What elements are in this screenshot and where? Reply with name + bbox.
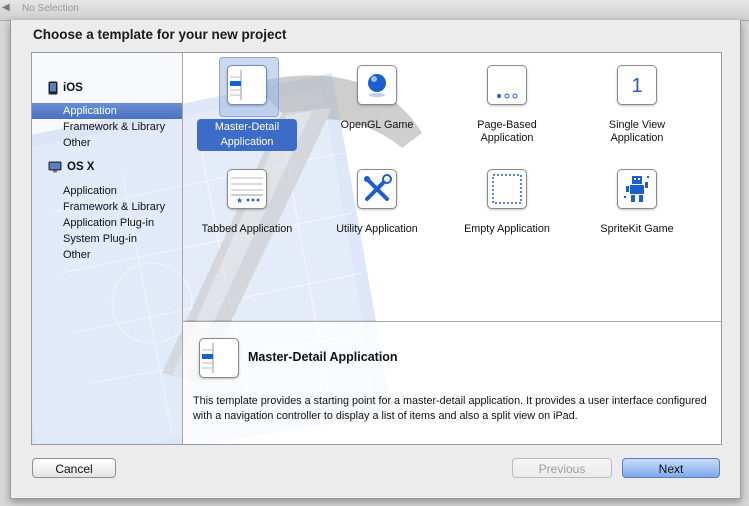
template-tabbed[interactable]: ★ Tabbed Application [187,157,307,257]
sidebar-item-osx-system-plugin[interactable]: System Plug-in [32,231,182,247]
section-ios: iOS [48,79,83,97]
next-button[interactable]: Next [622,458,720,478]
template-label: Page-Based Application [477,119,537,144]
single-view-1-icon: 1 [617,65,657,105]
svg-text:1: 1 [631,75,642,97]
template-detail-pane: Master-Detail Application This template … [183,321,721,444]
section-ios-label: iOS [63,82,83,94]
template-spritekit[interactable]: SpriteKit Game [577,157,697,257]
sidebar-item-osx-framework-library[interactable]: Framework & Library [32,199,182,215]
sidebar-item-osx-application-plugin[interactable]: Application Plug-in [32,215,182,231]
mac-icon [48,161,62,173]
iphone-icon [48,81,58,95]
tabbed-icon: ★ [227,169,267,209]
master-detail-icon [227,65,267,105]
back-arrow-icon[interactable]: ◀ [2,2,10,13]
template-chooser: iOS Application Framework & Library Othe… [31,52,722,445]
sidebar-item-ios-application[interactable]: Application [32,103,182,119]
template-utility[interactable]: Utility Application [317,157,437,257]
previous-button[interactable]: Previous [512,458,612,478]
template-single-view[interactable]: 1 Single View Application [577,53,697,153]
sheet-heading: Choose a template for your new project [33,27,287,42]
utility-tools-icon [357,169,397,209]
page-dots-icon [487,65,527,105]
template-label: SpriteKit Game [600,223,674,235]
detail-description: This template provides a starting point … [193,395,707,422]
new-project-sheet: Choose a template for your new project i… [10,20,741,499]
template-empty[interactable]: Empty Application [447,157,567,257]
template-label: Single View Application [608,119,666,144]
template-page-based[interactable]: Page-Based Application [447,53,567,153]
section-osx: OS X [48,158,94,176]
detail-title: Master-Detail Application [248,350,398,364]
section-osx-label: OS X [67,161,95,173]
empty-dashed-icon [487,169,527,209]
template-label: Tabbed Application [201,223,293,235]
sidebar-item-ios-framework-library[interactable]: Framework & Library [32,119,182,135]
master-detail-icon [199,338,239,378]
window-titlebar: ◀ No Selection [0,0,749,21]
sidebar-item-ios-other[interactable]: Other [32,135,182,151]
template-label: OpenGL Game [340,119,414,131]
spritekit-robot-icon [617,169,657,209]
cancel-button[interactable]: Cancel [32,458,116,478]
opengl-sphere-icon [357,65,397,105]
template-label: Empty Application [464,223,550,235]
window-title: No Selection [22,3,79,14]
template-grid: Master-Detail Application OpenGL Game Pa… [183,53,721,320]
template-master-detail[interactable]: Master-Detail Application [187,53,307,153]
template-label: Utility Application [336,223,418,235]
template-opengl-game[interactable]: OpenGL Game [317,53,437,153]
platform-sidebar: iOS Application Framework & Library Othe… [32,53,183,444]
sidebar-item-osx-application[interactable]: Application [32,183,182,199]
sidebar-item-osx-other[interactable]: Other [32,247,182,263]
template-label: Master-Detail Application [187,119,307,151]
svg-text:★: ★ [236,196,243,205]
